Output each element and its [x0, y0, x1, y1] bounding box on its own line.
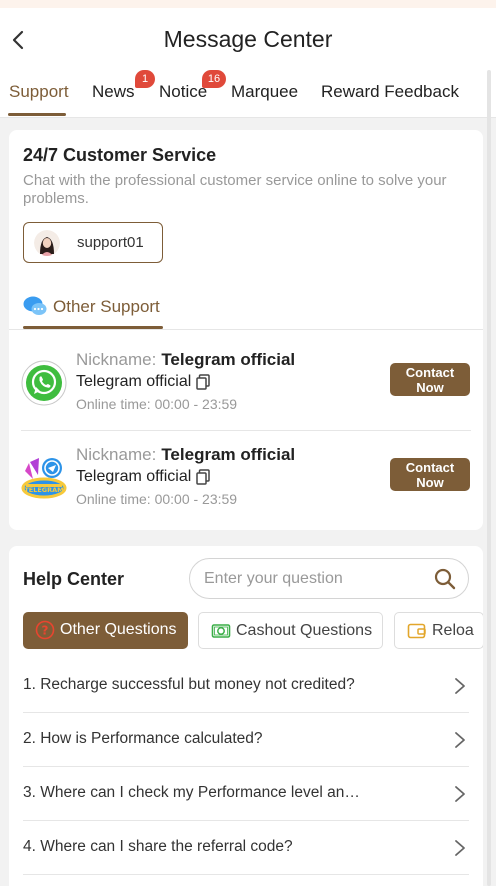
contact-button-line: Now — [416, 380, 444, 395]
contact-now-button[interactable]: Contact Now — [390, 363, 470, 396]
category-label: Other Questions — [60, 621, 177, 638]
tab-support[interactable]: Support — [9, 82, 69, 102]
question-item[interactable]: 2. How is Performance calculated? — [23, 713, 469, 767]
nickname-label: Nickname: — [76, 350, 157, 369]
customer-service-card: 24/7 Customer Service Chat with the prof… — [9, 130, 483, 530]
active-tab-underline — [8, 113, 66, 116]
wallet-icon — [407, 623, 426, 639]
contact-nickname: Nickname: Telegram official — [76, 350, 295, 370]
chevron-right-icon — [455, 732, 465, 748]
category-other-questions[interactable]: ? Other Questions — [23, 612, 188, 649]
customer-service-title: 24/7 Customer Service — [23, 145, 217, 165]
question-item[interactable]: 4. Where can I share the referral code? — [23, 821, 469, 875]
divider — [21, 430, 471, 431]
customer-service-description: Chat with the professional customer serv… — [23, 172, 447, 207]
scrollbar[interactable] — [487, 70, 491, 886]
back-arrow-icon[interactable] — [8, 26, 32, 54]
question-circle-icon: ? — [35, 620, 55, 640]
category-label: Reloa — [432, 622, 474, 639]
question-text: 3. Where can I check my Performance leve… — [23, 784, 360, 801]
other-support-label: Other Support — [53, 297, 160, 316]
copy-icon[interactable] — [196, 374, 211, 390]
chevron-right-icon — [455, 678, 465, 694]
svg-text:?: ? — [42, 624, 49, 638]
svg-text:TELEGRAM: TELEGRAM — [24, 486, 63, 494]
contact-account: Telegram official — [76, 468, 211, 486]
question-text: 4. Where can I share the referral code? — [23, 838, 293, 855]
whatsapp-icon — [21, 360, 67, 406]
chat-bubble-icon — [23, 296, 47, 315]
search-box — [189, 558, 469, 599]
search-icon[interactable] — [434, 568, 456, 590]
category-reload-questions[interactable]: Reloa — [394, 612, 483, 649]
nickname-label: Nickname: — [76, 445, 157, 464]
question-text: 2. How is Performance calculated? — [23, 730, 263, 747]
page-title: Message Center — [163, 25, 333, 52]
category-label: Cashout Questions — [236, 622, 373, 639]
chevron-right-icon — [455, 840, 465, 856]
tab-reward-feedback[interactable]: Reward Feedback — [321, 82, 459, 102]
contact-button-line: Now — [416, 475, 444, 490]
search-input[interactable] — [204, 568, 424, 590]
help-center-title: Help Center — [23, 569, 125, 589]
tab-marquee[interactable]: Marquee — [231, 82, 298, 102]
tab-bar: Support News 1 Notice 16 Marquee Reward … — [0, 70, 496, 118]
contact-button-line: Contact — [405, 365, 455, 380]
news-unread-badge: 1 — [135, 70, 155, 88]
support-agent-name: support01 — [77, 234, 144, 251]
contact-item: Nickname: Telegram official Telegram offi… — [21, 348, 471, 436]
question-item[interactable]: 3. Where can I check my Performance leve… — [23, 767, 469, 821]
help-center-card: Help Center ? Other Questions Cashout Qu… — [9, 546, 483, 886]
question-text: 1. Recharge successful but money not cre… — [23, 676, 355, 693]
copy-icon[interactable] — [196, 469, 211, 485]
contact-account-name: Telegram official — [76, 373, 192, 390]
top-strip — [0, 0, 496, 8]
contact-account-name: Telegram official — [76, 468, 192, 485]
contact-online-time: Online time: 00:00 - 23:59 — [76, 396, 238, 412]
agent-avatar — [34, 230, 60, 256]
notice-unread-badge: 16 — [202, 70, 226, 88]
contact-account: Telegram official — [76, 373, 211, 391]
category-cashout-questions[interactable]: Cashout Questions — [198, 612, 383, 649]
header-bar: Message Center — [0, 8, 496, 70]
contact-online-time: Online time: 00:00 - 23:59 — [76, 491, 238, 507]
contact-button-line: Contact — [405, 460, 455, 475]
divider — [9, 329, 483, 330]
tab-news[interactable]: News — [92, 82, 135, 102]
telegram-badge-icon: TELEGRAM — [21, 458, 67, 499]
contact-now-button[interactable]: Contact Now — [390, 458, 470, 491]
contact-item: TELEGRAM Nickname: Telegram official Tele… — [21, 443, 471, 531]
question-item[interactable]: 1. Recharge successful but money not cre… — [23, 659, 469, 713]
tab-notice[interactable]: Notice — [159, 82, 207, 102]
nickname-value: Telegram official — [161, 350, 296, 369]
chevron-right-icon — [455, 786, 465, 802]
support-agent-button[interactable]: support01 — [23, 222, 163, 263]
contact-nickname: Nickname: Telegram official — [76, 445, 295, 465]
cash-icon — [211, 624, 231, 638]
nickname-value: Telegram official — [161, 445, 296, 464]
